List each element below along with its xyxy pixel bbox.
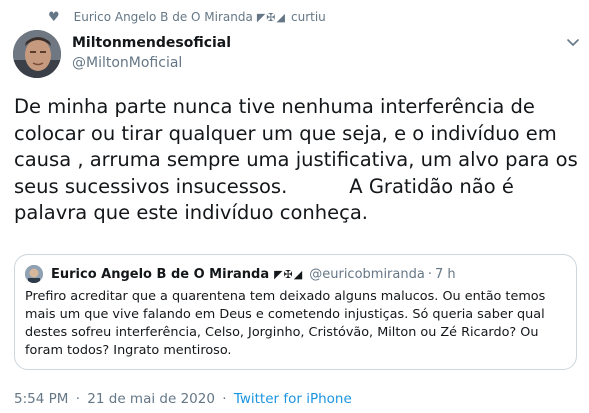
chevron-down-icon[interactable]: [566, 34, 580, 48]
quoted-avatar-image: [25, 265, 43, 283]
tweet-metadata: 5:54 PM · 21 de mai de 2020 · Twitter fo…: [14, 391, 352, 407]
quoted-flag-emoji-icon: ◤✠◢: [274, 267, 304, 281]
footer-separator-2: ·: [222, 391, 227, 407]
tweet-body: De minha parte nunca tive nenhuma interf…: [14, 95, 584, 224]
liker-name[interactable]: Eurico Angelo B de O Miranda: [74, 10, 253, 24]
quoted-timestamp: 7 h: [434, 266, 456, 282]
flag-emoji-icon: ◤✠◢: [256, 10, 286, 24]
social-context-banner: ♥ Eurico Angelo B de O Miranda ◤✠◢ curti…: [48, 8, 326, 26]
author-avatar[interactable]: [13, 30, 61, 78]
chevron-down-glyph: [567, 39, 579, 46]
quoted-tweet-header: Eurico Angelo B de O Miranda ◤✠◢ @eurico…: [51, 265, 456, 283]
quoted-separator: ·: [427, 266, 432, 282]
author-handle[interactable]: @MiltonMoficial: [72, 55, 182, 71]
tweet-source-link[interactable]: Twitter for iPhone: [234, 391, 352, 407]
quoted-tweet-card[interactable]: Eurico Angelo B de O Miranda ◤✠◢ @eurico…: [14, 254, 577, 370]
quoted-author-name: Eurico Angelo B de O Miranda: [51, 266, 270, 282]
quoted-author-avatar: [25, 265, 43, 283]
quoted-tweet-body: Prefiro acreditar que a quarentena tem d…: [25, 289, 546, 358]
avatar-image: [13, 30, 61, 78]
liked-action-label: curtiu: [290, 10, 326, 24]
heart-icon: ♥: [48, 9, 60, 25]
author-display-name[interactable]: Miltonmendesoficial: [72, 35, 231, 51]
quoted-author-handle: @euricobmiranda: [309, 266, 425, 282]
footer-separator: ·: [75, 391, 80, 407]
tweet-time[interactable]: 5:54 PM: [14, 391, 68, 407]
tweet-date[interactable]: 21 de mai de 2020: [87, 391, 215, 407]
